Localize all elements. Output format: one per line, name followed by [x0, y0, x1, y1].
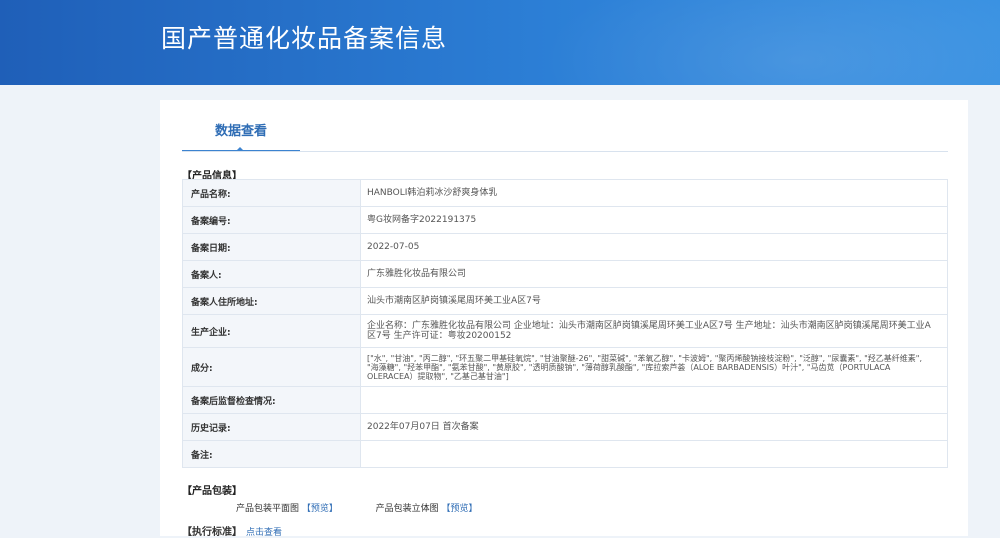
- field-label: 生产企业:: [182, 314, 361, 348]
- field-value: 2022年07月07日 首次备案: [360, 413, 948, 441]
- content-panel: 数据查看 【产品信息】 产品名称: HANBOLI韩泊莉冰沙舒爽身体乳 备案编号…: [160, 100, 968, 538]
- field-value: 广东雅胜化妆品有限公司: [360, 260, 948, 288]
- field-label: 备案日期:: [182, 233, 361, 261]
- packaging-heading: 【产品包装】: [182, 486, 242, 497]
- tab-label: 数据查看: [214, 124, 267, 139]
- tab-data-view[interactable]: 数据查看: [182, 120, 300, 152]
- field-label: 成分:: [182, 347, 361, 387]
- page-title: 国产普通化妆品备案信息: [161, 24, 448, 53]
- table-row: 备注:: [182, 440, 948, 468]
- field-value: 粤G妆网备字2022191375: [360, 206, 948, 234]
- table-row: 备案后监督检查情况:: [182, 386, 948, 414]
- packaging-flat-preview-link[interactable]: 【预览】: [302, 504, 338, 514]
- field-value: [360, 440, 948, 468]
- field-label: 产品名称:: [182, 179, 361, 207]
- table-row: 备案人: 广东雅胜化妆品有限公司: [182, 260, 948, 288]
- field-value: [360, 386, 948, 414]
- field-value: 汕头市潮南区胪岗镇溪尾周环美工业A区7号: [360, 287, 948, 315]
- standard-view-link[interactable]: 点击查看: [246, 528, 282, 538]
- field-label: 备注:: [182, 440, 361, 468]
- field-value: 企业名称：广东雅胜化妆品有限公司 企业地址：汕头市潮南区胪岗镇溪尾周环美工业A区…: [360, 314, 948, 348]
- table-row: 备案编号: 粤G妆网备字2022191375: [182, 206, 948, 234]
- product-info-table: 产品名称: HANBOLI韩泊莉冰沙舒爽身体乳 备案编号: 粤G妆网备字2022…: [182, 179, 948, 468]
- table-row: 产品名称: HANBOLI韩泊莉冰沙舒爽身体乳: [182, 179, 948, 207]
- table-row: 成分: ["水", "甘油", "丙二醇", "环五聚二甲基硅氧烷", "甘油聚…: [182, 347, 948, 387]
- field-label: 备案人住所地址:: [182, 287, 361, 315]
- field-label: 备案后监督检查情况:: [182, 386, 361, 414]
- field-label: 备案编号:: [182, 206, 361, 234]
- table-row: 生产企业: 企业名称：广东雅胜化妆品有限公司 企业地址：汕头市潮南区胪岗镇溪尾周…: [182, 314, 948, 348]
- packaging-solid-label: 产品包装立体图: [375, 504, 439, 514]
- standard-heading: 【执行标准】: [182, 527, 242, 538]
- tab-divider: [182, 151, 948, 152]
- field-value: 2022-07-05: [360, 233, 948, 261]
- field-value: HANBOLI韩泊莉冰沙舒爽身体乳: [360, 179, 948, 207]
- table-row: 历史记录: 2022年07月07日 首次备案: [182, 413, 948, 441]
- table-row: 备案人住所地址: 汕头市潮南区胪岗镇溪尾周环美工业A区7号: [182, 287, 948, 315]
- packaging-solid-preview-link[interactable]: 【预览】: [442, 504, 478, 514]
- table-row: 备案日期: 2022-07-05: [182, 233, 948, 261]
- packaging-flat-label: 产品包装平面图: [236, 504, 300, 514]
- field-label: 历史记录:: [182, 413, 361, 441]
- packaging-row: 产品包装平面图 【预览】 产品包装立体图 【预览】: [236, 501, 478, 514]
- header-banner: 国产普通化妆品备案信息: [0, 0, 1000, 85]
- field-value: ["水", "甘油", "丙二醇", "环五聚二甲基硅氧烷", "甘油聚醚-26…: [360, 347, 948, 387]
- field-label: 备案人:: [182, 260, 361, 288]
